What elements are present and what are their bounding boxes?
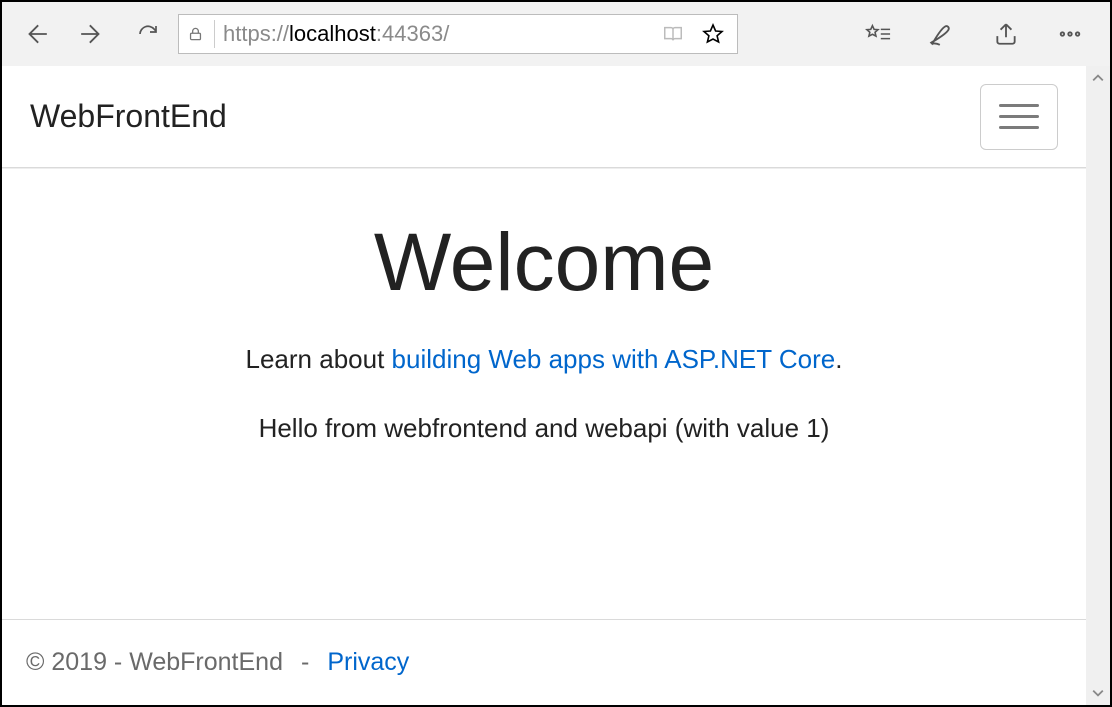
page-title: Welcome <box>2 216 1086 310</box>
arrow-right-icon <box>79 21 105 47</box>
brand-link[interactable]: WebFrontEnd <box>30 98 227 135</box>
back-button[interactable] <box>10 2 62 66</box>
favorites-list-button[interactable] <box>846 2 910 66</box>
reading-view-button[interactable] <box>657 18 689 50</box>
scrollbar[interactable] <box>1086 66 1110 705</box>
pen-icon <box>929 21 955 47</box>
book-icon <box>662 23 684 45</box>
lead-prefix: Learn about <box>246 344 392 374</box>
url-text[interactable]: https://localhost:44363/ <box>223 21 649 47</box>
privacy-link[interactable]: Privacy <box>327 648 409 677</box>
notes-button[interactable] <box>910 2 974 66</box>
hamburger-icon <box>999 104 1039 107</box>
lock-icon <box>187 25 204 43</box>
url-path: / <box>443 21 449 46</box>
favorite-button[interactable] <box>697 18 729 50</box>
arrow-left-icon <box>23 21 49 47</box>
lead-text: Learn about building Web apps with ASP.N… <box>2 344 1086 375</box>
site-navbar: WebFrontEnd <box>2 66 1086 168</box>
lead-suffix: . <box>835 344 842 374</box>
footer-separator: - <box>301 648 309 677</box>
star-icon <box>701 22 725 46</box>
nav-toggle-button[interactable] <box>980 84 1058 150</box>
scroll-up-button[interactable] <box>1086 66 1110 90</box>
copyright-text: © 2019 - WebFrontEnd <box>26 648 283 677</box>
page-content: WebFrontEnd Welcome Learn about building… <box>2 66 1086 705</box>
learn-link[interactable]: building Web apps with ASP.NET Core <box>392 344 836 374</box>
site-footer: © 2019 - WebFrontEnd - Privacy <box>2 619 1086 705</box>
scroll-down-button[interactable] <box>1086 681 1110 705</box>
star-list-icon <box>865 22 891 46</box>
browser-toolbar: https://localhost:44363/ <box>2 2 1110 66</box>
ellipsis-icon <box>1057 21 1083 47</box>
share-button[interactable] <box>974 2 1038 66</box>
api-message: Hello from webfrontend and webapi (with … <box>2 413 1086 444</box>
address-bar[interactable]: https://localhost:44363/ <box>178 14 738 54</box>
url-scheme: https:// <box>223 21 289 46</box>
more-button[interactable] <box>1038 2 1102 66</box>
site-security-button[interactable] <box>187 20 215 48</box>
chevron-down-icon <box>1092 687 1104 699</box>
refresh-button[interactable] <box>122 2 174 66</box>
url-port: :44363 <box>376 21 443 46</box>
share-icon <box>993 21 1019 47</box>
hero-section: Welcome Learn about building Web apps wi… <box>2 168 1086 619</box>
refresh-icon <box>136 22 160 46</box>
forward-button[interactable] <box>66 2 118 66</box>
url-host: localhost <box>289 21 376 46</box>
chevron-up-icon <box>1092 72 1104 84</box>
viewport: WebFrontEnd Welcome Learn about building… <box>2 66 1110 705</box>
